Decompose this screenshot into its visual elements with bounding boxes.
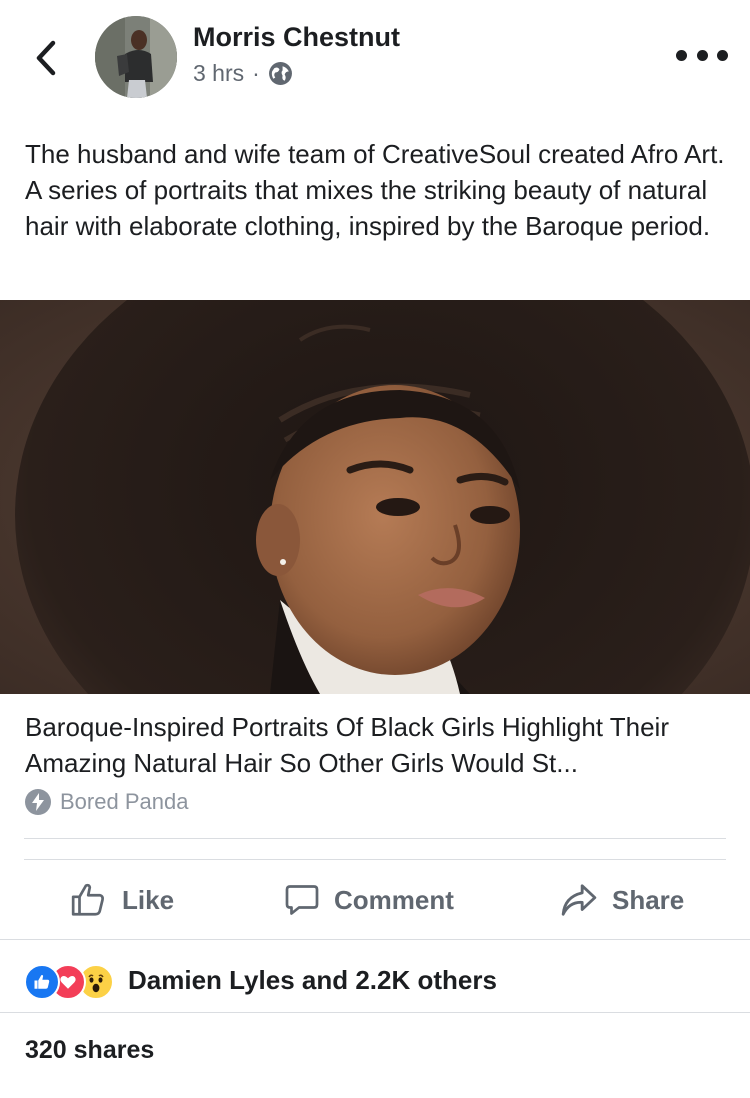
- more-options-button[interactable]: [676, 40, 728, 70]
- more-dot-icon: [676, 49, 687, 61]
- like-button[interactable]: Like: [70, 862, 174, 938]
- actions-bottom-divider: [0, 939, 750, 940]
- reactions-summary-text: Damien Lyles and 2.2K others: [128, 964, 497, 995]
- link-divider: [24, 838, 726, 839]
- globe-icon: [268, 62, 292, 85]
- post-text: The husband and wife team of CreativeSou…: [25, 139, 725, 241]
- actions-top-divider: [24, 859, 726, 860]
- link-source: Bored Panda: [25, 789, 188, 815]
- shares-count[interactable]: 320 shares: [25, 1036, 154, 1065]
- avatar-photo: [95, 16, 177, 98]
- more-dot-icon: [696, 49, 708, 61]
- reactions-summary[interactable]: Damien Lyles and 2.2K others: [24, 960, 497, 1000]
- back-button[interactable]: [26, 36, 66, 80]
- link-title[interactable]: Baroque-Inspired Portraits Of Black Girl…: [25, 709, 730, 781]
- comment-bubble-icon: [285, 885, 319, 915]
- more-dot-icon: [717, 49, 728, 61]
- post-meta: 3 hrs ·: [193, 60, 293, 87]
- chevron-left-icon: [36, 40, 56, 76]
- link-preview-card[interactable]: Baroque-Inspired Portraits Of Black Girl…: [0, 300, 750, 838]
- meta-separator: ·: [252, 60, 260, 86]
- thumbs-up-icon: [71, 883, 104, 916]
- share-arrow-icon: [561, 884, 597, 916]
- comment-button[interactable]: Comment: [284, 862, 454, 938]
- reaction-icons: [24, 962, 122, 1000]
- like-reaction-icon: [24, 964, 60, 1000]
- comment-label: Comment: [334, 884, 454, 915]
- link-preview-image[interactable]: [0, 300, 750, 694]
- author-name[interactable]: Morris Chestnut: [193, 22, 400, 53]
- link-source-name: Bored Panda: [60, 789, 189, 814]
- share-button[interactable]: Share: [560, 862, 684, 938]
- reactions-divider: [0, 1012, 750, 1013]
- portrait-image: [0, 300, 750, 694]
- post-time[interactable]: 3 hrs: [193, 60, 244, 87]
- lightning-bolt-icon: [25, 789, 51, 815]
- author-avatar[interactable]: [95, 16, 177, 98]
- like-label: Like: [122, 884, 175, 915]
- action-bar: Like Comment Share: [0, 862, 750, 938]
- post-header: Morris Chestnut 3 hrs ·: [0, 0, 750, 120]
- share-label: Share: [612, 884, 685, 915]
